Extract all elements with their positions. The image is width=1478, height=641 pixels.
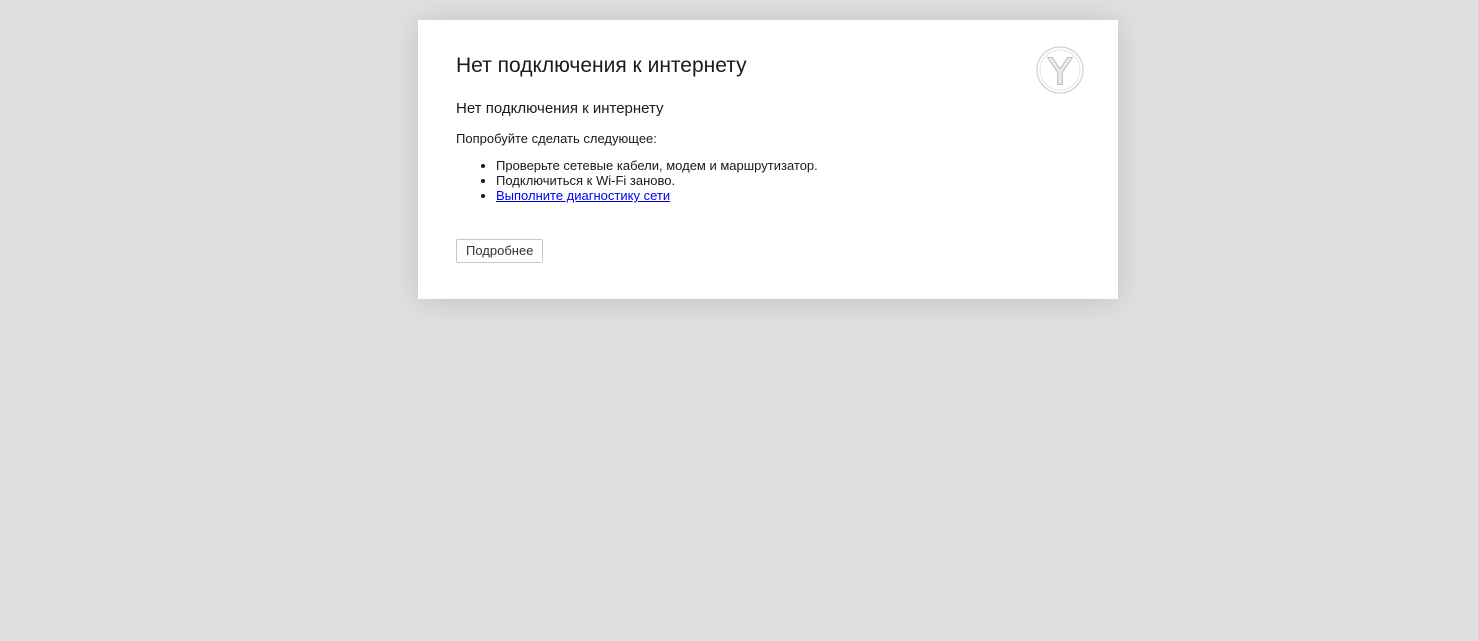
network-diagnostics-link[interactable]: Выполните диагностику сети — [496, 188, 670, 203]
suggestion-reconnect-wifi: Подключиться к Wi-Fi заново. — [496, 173, 1080, 188]
yandex-browser-icon — [1036, 46, 1084, 94]
error-subtitle: Нет подключения к интернету — [456, 100, 664, 117]
details-button[interactable]: Подробнее — [456, 239, 544, 263]
suggestion-check-cables: Проверьте сетевые кабели, модем и маршру… — [496, 158, 1080, 173]
error-card: Нет подключения к интернету Нет подключе… — [418, 20, 1118, 299]
page-title: Нет подключения к интернету — [456, 54, 747, 77]
suggestions-heading: Попробуйте сделать следующее: — [456, 131, 657, 146]
suggestions-list: Проверьте сетевые кабели, модем и маршру… — [456, 158, 1080, 203]
suggestion-diagnostics: Выполните диагностику сети — [496, 188, 1080, 203]
